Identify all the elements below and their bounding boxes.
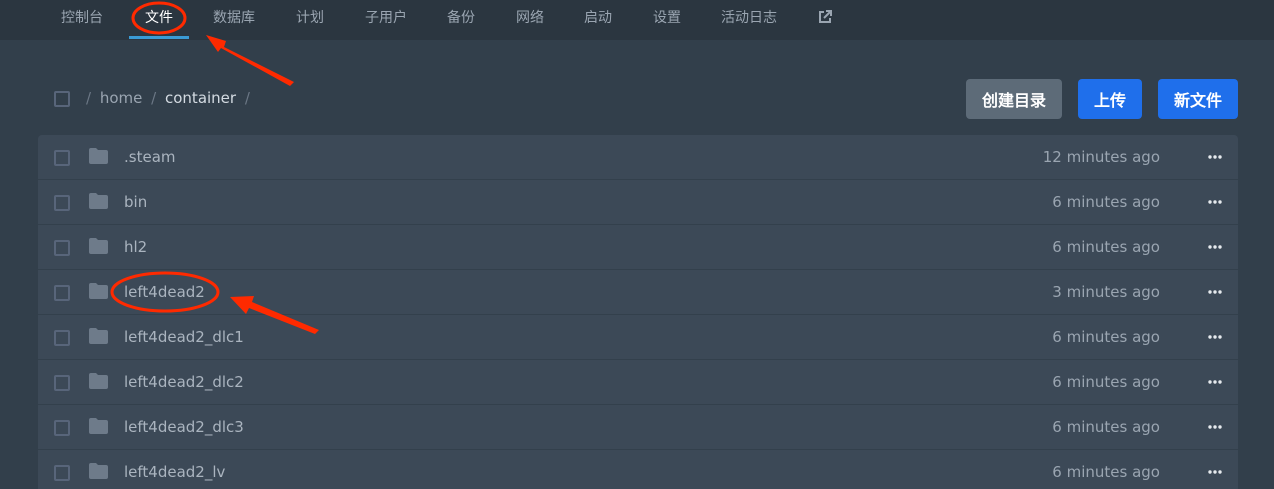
active-tab-indicator (129, 36, 189, 39)
breadcrumb-separator: / (86, 89, 92, 107)
nav-tab-settings[interactable]: 设置 (653, 0, 681, 36)
file-row[interactable]: hl2 6 minutes ago (38, 225, 1238, 270)
file-name[interactable]: left4dead2_dlc1 (124, 315, 244, 359)
file-row[interactable]: left4dead2_dlc3 6 minutes ago (38, 405, 1238, 450)
folder-icon (89, 283, 108, 299)
new-file-button[interactable]: 新文件 (1158, 79, 1238, 119)
more-options-icon[interactable] (1208, 285, 1222, 299)
file-modified: 3 minutes ago (1052, 283, 1160, 301)
file-name[interactable]: bin (124, 180, 147, 224)
row-checkbox[interactable] (54, 285, 70, 301)
breadcrumb: / home / container / (86, 89, 254, 109)
file-row[interactable]: .steam 12 minutes ago (38, 135, 1238, 180)
top-navigation: 控制台 文件 数据库 计划 子用户 备份 网络 启动 设置 活动日志 (0, 0, 1274, 40)
file-name[interactable]: left4dead2 (124, 270, 205, 314)
nav-tab-databases[interactable]: 数据库 (213, 0, 255, 36)
file-name[interactable]: hl2 (124, 225, 147, 269)
more-options-icon[interactable] (1208, 465, 1222, 479)
row-checkbox[interactable] (54, 375, 70, 391)
folder-icon (89, 418, 108, 434)
breadcrumb-separator: / (151, 89, 157, 107)
folder-icon (89, 328, 108, 344)
upload-button[interactable]: 上传 (1078, 79, 1142, 119)
annotation-arrow-icon (206, 35, 294, 86)
more-options-icon[interactable] (1208, 330, 1222, 344)
file-name[interactable]: left4dead2_dlc3 (124, 405, 244, 449)
file-name[interactable]: left4dead2_lv (124, 450, 225, 489)
row-checkbox[interactable] (54, 150, 70, 166)
nav-tab-activity-log[interactable]: 活动日志 (721, 0, 777, 36)
file-row[interactable]: left4dead2_dlc2 6 minutes ago (38, 360, 1238, 405)
row-checkbox[interactable] (54, 195, 70, 211)
folder-icon (89, 463, 108, 479)
file-name[interactable]: left4dead2_dlc2 (124, 360, 244, 404)
file-modified: 6 minutes ago (1052, 373, 1160, 391)
folder-icon (89, 193, 108, 209)
nav-tab-subusers[interactable]: 子用户 (365, 0, 407, 36)
more-options-icon[interactable] (1208, 150, 1222, 164)
more-options-icon[interactable] (1208, 420, 1222, 434)
folder-icon (89, 373, 108, 389)
file-list: .steam 12 minutes ago bin 6 minutes ago … (38, 135, 1238, 489)
file-row[interactable]: left4dead2_lv 6 minutes ago (38, 450, 1238, 489)
file-modified: 6 minutes ago (1052, 463, 1160, 481)
folder-icon (89, 238, 108, 254)
nav-tab-files[interactable]: 文件 (145, 0, 173, 36)
breadcrumb-separator: / (244, 89, 250, 107)
external-link-icon[interactable] (817, 9, 833, 25)
more-options-icon[interactable] (1208, 240, 1222, 254)
file-modified: 6 minutes ago (1052, 193, 1160, 211)
nav-tab-console[interactable]: 控制台 (61, 0, 103, 36)
file-modified: 6 minutes ago (1052, 238, 1160, 256)
create-directory-button[interactable]: 创建目录 (966, 79, 1062, 119)
nav-tab-startup[interactable]: 启动 (584, 0, 612, 36)
file-name[interactable]: .steam (124, 135, 176, 179)
file-row[interactable]: bin 6 minutes ago (38, 180, 1238, 225)
breadcrumb-home[interactable]: home (100, 89, 143, 107)
file-row[interactable]: left4dead2_dlc1 6 minutes ago (38, 315, 1238, 360)
row-checkbox[interactable] (54, 465, 70, 481)
breadcrumb-container[interactable]: container (165, 89, 236, 107)
more-options-icon[interactable] (1208, 195, 1222, 209)
select-all-checkbox[interactable] (54, 91, 70, 107)
file-modified: 6 minutes ago (1052, 418, 1160, 436)
more-options-icon[interactable] (1208, 375, 1222, 389)
file-row[interactable]: left4dead2 3 minutes ago (38, 270, 1238, 315)
row-checkbox[interactable] (54, 420, 70, 436)
nav-tab-network[interactable]: 网络 (516, 0, 544, 36)
file-modified: 12 minutes ago (1042, 148, 1160, 166)
nav-tab-backups[interactable]: 备份 (447, 0, 475, 36)
row-checkbox[interactable] (54, 240, 70, 256)
file-modified: 6 minutes ago (1052, 328, 1160, 346)
nav-tab-schedules[interactable]: 计划 (296, 0, 324, 36)
row-checkbox[interactable] (54, 330, 70, 346)
folder-icon (89, 148, 108, 164)
